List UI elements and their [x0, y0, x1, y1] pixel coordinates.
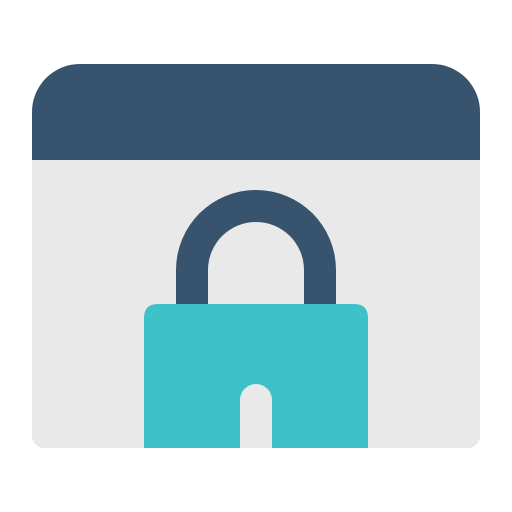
padlock-icon: [144, 190, 368, 448]
padlock-shackle: [176, 190, 336, 304]
browser-lock-icon: [0, 0, 512, 512]
padlock-keyhole: [240, 384, 272, 448]
